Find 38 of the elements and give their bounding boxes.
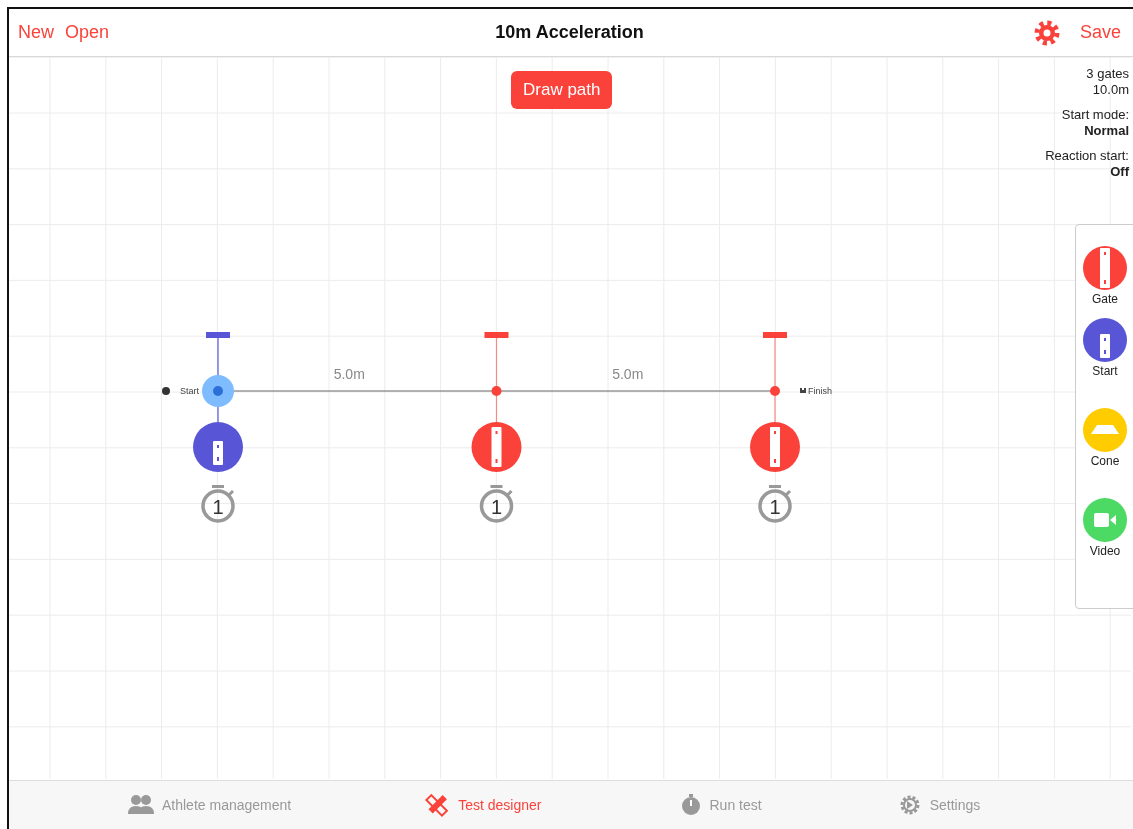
reaction-start-value: Off [1109,164,1129,180]
tab[interactable]: Athlete management [124,790,296,820]
finish-label: Finish [808,386,832,396]
selection-halo[interactable] [202,375,234,407]
draw-path-button[interactable]: Draw path [511,71,613,109]
ruler-pencil-icon [424,792,451,818]
people-icon [128,794,154,816]
gate-count: 3 gates [1085,66,1129,82]
video-tool-icon[interactable] [1083,498,1127,542]
distance-label: 5.0m [612,366,644,382]
settings-icon[interactable] [1033,19,1060,46]
gate-sensor-icon[interactable] [750,422,800,472]
start-label: Start [180,386,199,396]
tool-label: Gate [1092,292,1118,306]
start-mode-value: Normal [1083,123,1129,139]
start-sensor-icon[interactable] [193,422,243,472]
toolbar-link[interactable]: Open [65,22,110,43]
timer-count: 1 [490,496,503,518]
timer-count: 1 [769,496,781,518]
save-button[interactable]: Save [1079,22,1121,43]
window-title: 10m Acceleration [494,22,645,43]
timer-count: 1 [212,496,224,518]
tool-label: Start [1092,364,1118,378]
tab[interactable]: Test designer [420,788,546,822]
gate-sensor-icon[interactable] [471,422,522,472]
start-tool-icon[interactable] [1083,318,1127,362]
track-point[interactable] [770,386,780,396]
tab[interactable]: Run test [677,790,766,820]
tab[interactable]: Settings [893,789,985,821]
track-point[interactable] [491,386,502,396]
tool-label: Video [1089,544,1121,558]
start-mode-label: Start mode: [1060,107,1129,123]
distance-label: 5.0m [333,366,365,382]
reaction-start-label: Reaction start: [1045,148,1129,164]
gate-tool-icon[interactable] [1083,246,1127,290]
total-distance: 10.0m [1091,82,1129,98]
toolbar-link[interactable]: New [18,22,54,43]
tool-label: Cone [1090,454,1120,468]
